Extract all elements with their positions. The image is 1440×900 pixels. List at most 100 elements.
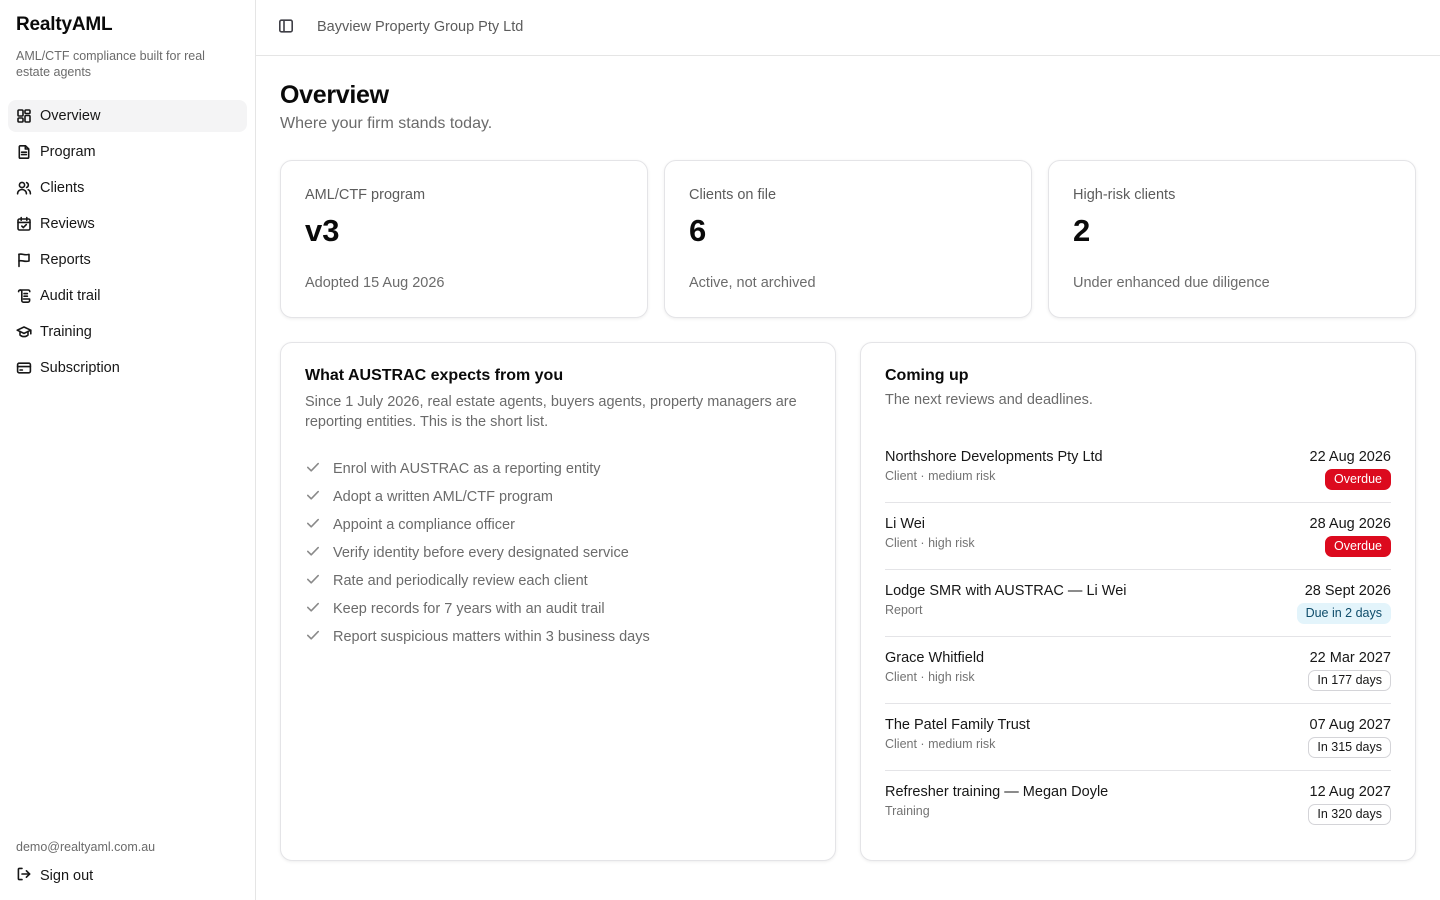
sidebar-item-program[interactable]: Program — [8, 136, 247, 168]
credit-card-icon — [16, 360, 32, 376]
event-meta: Training — [885, 804, 930, 818]
check-icon — [305, 627, 333, 647]
status-badge: Overdue — [1325, 469, 1391, 490]
stat-label: AML/CTF program — [305, 187, 426, 203]
event-row[interactable]: Li Wei Client · high risk 28 Aug 2026 Ov… — [885, 503, 1391, 570]
card-description: The next reviews and deadlines. — [885, 392, 1093, 408]
document-icon — [16, 144, 32, 160]
event-title: Refresher training — Megan Doyle — [885, 784, 1109, 800]
card-title: What AUSTRAC expects from you — [305, 367, 564, 384]
stat-card-program: AML/CTF program v3 Adopted 15 Aug 2026 — [280, 160, 648, 318]
stat-note: Active, not archived — [689, 275, 816, 291]
sidebar-nav: Overview Program Clients Reviews Reports — [8, 100, 247, 388]
sidebar-item-label: Overview — [40, 108, 101, 124]
page-title: Overview — [280, 81, 389, 109]
event-row[interactable]: Lodge SMR with AUSTRAC — Li Wei Report 2… — [885, 570, 1391, 637]
users-icon — [16, 180, 32, 196]
sidebar-item-clients[interactable]: Clients — [8, 172, 247, 204]
status-badge: In 320 days — [1308, 804, 1391, 825]
calendar-check-icon — [16, 216, 32, 232]
user-email: demo@realtyaml.com.au — [16, 840, 156, 854]
event-row[interactable]: The Patel Family Trust Client · medium r… — [885, 704, 1391, 771]
stat-card-clients: Clients on file 6 Active, not archived — [664, 160, 1032, 318]
check-icon — [305, 599, 333, 619]
check-icon — [305, 459, 333, 479]
sidebar-item-label: Training — [40, 324, 92, 340]
sidebar-item-label: Clients — [40, 180, 85, 196]
event-row[interactable]: Northshore Developments Pty Ltd Client ·… — [885, 436, 1391, 503]
app-name: RealtyAML — [16, 14, 113, 35]
event-row[interactable]: Refresher training — Megan Doyle Trainin… — [885, 771, 1391, 838]
stat-label: Clients on file — [689, 187, 777, 203]
scroll-icon — [16, 288, 32, 304]
event-meta: Client · medium risk — [885, 737, 996, 751]
event-title: Lodge SMR with AUSTRAC — Li Wei — [885, 583, 1127, 599]
stat-label: High-risk clients — [1073, 187, 1176, 203]
list-item-text: Report suspicious matters within 3 busin… — [333, 629, 650, 645]
event-date: 22 Aug 2026 — [1309, 449, 1391, 465]
event-meta: Client · high risk — [885, 536, 975, 550]
event-meta: Client · high risk — [885, 670, 975, 684]
sidebar-item-training[interactable]: Training — [8, 316, 247, 348]
sidebar-toggle-button[interactable] — [276, 18, 296, 38]
list-item: Enrol with AUSTRAC as a reporting entity — [305, 455, 650, 483]
status-badge: In 177 days — [1308, 670, 1391, 691]
list-item-text: Verify identity before every designated … — [333, 545, 629, 561]
stat-card-high-risk: High-risk clients 2 Under enhanced due d… — [1048, 160, 1416, 318]
status-badge: Due in 2 days — [1296, 603, 1391, 624]
check-icon — [305, 487, 333, 507]
event-date: 28 Aug 2026 — [1309, 516, 1391, 532]
sidebar-item-reviews[interactable]: Reviews — [8, 208, 247, 240]
sign-out-button[interactable]: Sign out — [16, 866, 93, 886]
upcoming-events-list: Northshore Developments Pty Ltd Client ·… — [885, 436, 1391, 838]
expectations-list: Enrol with AUSTRAC as a reporting entity… — [305, 455, 650, 651]
list-item-text: Enrol with AUSTRAC as a reporting entity — [333, 461, 601, 477]
layout-dashboard-icon — [16, 108, 32, 124]
event-row[interactable]: Grace Whitfield Client · high risk 22 Ma… — [885, 637, 1391, 704]
event-title: Grace Whitfield — [885, 650, 985, 666]
event-meta: Client · medium risk — [885, 469, 996, 483]
event-date: 28 Sept 2026 — [1304, 583, 1391, 599]
event-title: Li Wei — [885, 516, 926, 532]
list-item-text: Rate and periodically review each client — [333, 573, 588, 589]
stat-value: v3 — [305, 213, 340, 248]
sidebar: RealtyAML AML/CTF compliance built for r… — [0, 0, 256, 900]
stat-note: Under enhanced due diligence — [1073, 275, 1270, 291]
page-subtitle: Where your firm stands today. — [280, 115, 493, 132]
graduation-cap-icon — [16, 324, 32, 340]
sidebar-item-audit-trail[interactable]: Audit trail — [8, 280, 247, 312]
sidebar-item-reports[interactable]: Reports — [8, 244, 247, 276]
check-icon — [305, 543, 333, 563]
list-item: Adopt a written AML/CTF program — [305, 483, 650, 511]
sidebar-item-label: Subscription — [40, 360, 120, 376]
check-icon — [305, 571, 333, 591]
list-item: Verify identity before every designated … — [305, 539, 650, 567]
event-title: Northshore Developments Pty Ltd — [885, 449, 1103, 465]
card-title: Coming up — [885, 367, 969, 384]
sidebar-item-label: Audit trail — [40, 288, 101, 304]
austrac-expectations-card: What AUSTRAC expects from you Since 1 Ju… — [280, 342, 836, 861]
flag-icon — [16, 252, 32, 268]
list-item: Report suspicious matters within 3 busin… — [305, 623, 650, 651]
stat-note: Adopted 15 Aug 2026 — [305, 275, 445, 291]
app-tagline: AML/CTF compliance built for real estate… — [16, 49, 205, 79]
stat-value: 2 — [1073, 213, 1091, 248]
sidebar-item-subscription[interactable]: Subscription — [8, 352, 247, 384]
panel-left-icon — [278, 18, 294, 39]
stat-value: 6 — [689, 213, 707, 248]
event-date: 12 Aug 2027 — [1309, 784, 1391, 800]
event-date: 22 Mar 2027 — [1309, 650, 1391, 666]
status-badge: Overdue — [1325, 536, 1391, 557]
sidebar-item-label: Reviews — [40, 216, 95, 232]
list-item-text: Keep records for 7 years with an audit t… — [333, 601, 605, 617]
event-meta: Report — [885, 603, 923, 617]
list-item: Rate and periodically review each client — [305, 567, 650, 595]
organization-name: Bayview Property Group Pty Ltd — [317, 19, 524, 35]
list-item: Appoint a compliance officer — [305, 511, 650, 539]
log-out-icon — [16, 866, 40, 886]
sidebar-item-label: Program — [40, 144, 96, 160]
event-title: The Patel Family Trust — [885, 717, 1031, 733]
top-bar: Bayview Property Group Pty Ltd — [256, 0, 1440, 56]
status-badge: In 315 days — [1308, 737, 1391, 758]
sidebar-item-overview[interactable]: Overview — [8, 100, 247, 132]
